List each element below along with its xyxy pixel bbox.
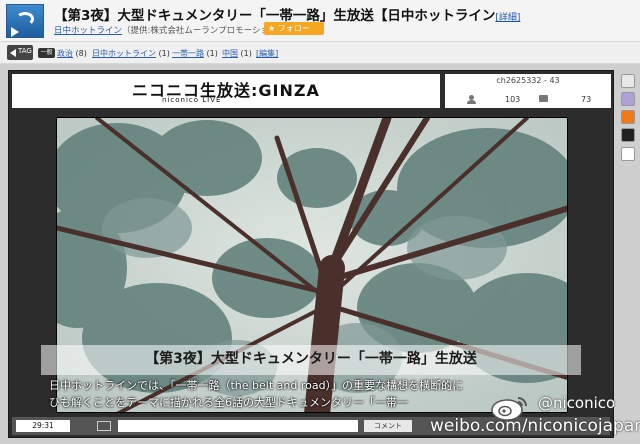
- logo-main-text: ニコニコ生放送:GINZA: [132, 81, 320, 100]
- channel-thumbnail[interactable]: [6, 4, 44, 38]
- tag-label[interactable]: 政治: [57, 49, 73, 58]
- play-arrow-icon: [11, 27, 19, 37]
- tag-count: (1): [158, 49, 170, 58]
- tag-edit-link[interactable]: [編集]: [256, 48, 278, 59]
- tag-bar: TAG 一般 政治 (8) 日中ホットライン (1) 一帯一路 (1) 中国 (…: [0, 42, 640, 64]
- category-badge: 一般: [38, 48, 55, 58]
- caption-title: 【第3夜】大型ドキュメンタリー「一帯一路」生放送: [145, 351, 477, 367]
- arrow-left-icon: [10, 49, 16, 57]
- rail-button-share[interactable]: [621, 74, 635, 88]
- broadcast-logo-panel: ニコニコ生放送:GINZA niconico LIVE: [12, 74, 440, 108]
- tag-label[interactable]: 一帯一路: [172, 49, 204, 58]
- logo-sub-text: niconico LIVE: [162, 96, 222, 104]
- rail-button-blank[interactable]: [621, 147, 635, 161]
- channel-logo-icon: [16, 12, 34, 26]
- viewer-count: 103: [505, 95, 521, 104]
- watermark-url: weibo.com/niconicojapan: [430, 416, 640, 436]
- elapsed-time: 29:31: [16, 420, 70, 432]
- stream-header: 【第3夜】大型ドキュメンタリー「一帯一路」生放送【日中ホットライン[詳細] 日中…: [0, 0, 640, 42]
- live-player: ニコニコ生放送:GINZA niconico LIVE ch2625332 - …: [8, 70, 614, 438]
- channel-name-link[interactable]: 日中ホットライン: [54, 24, 122, 36]
- caption-line: 日中ホットラインでは、「一帯一路（the belt and road）」の重要な…: [49, 379, 464, 392]
- follow-button[interactable]: ★ フォロー: [264, 22, 324, 35]
- rail-button-rss[interactable]: [621, 110, 635, 124]
- viewer-icon: [467, 95, 476, 104]
- stream-title: 【第3夜】大型ドキュメンタリー「一帯一路」生放送【日中ホットライン[詳細]: [54, 4, 520, 24]
- tag-icon-label: TAG: [18, 47, 32, 55]
- room-id: ch2625332 - 43: [496, 76, 560, 85]
- tag-count: (1): [240, 49, 252, 58]
- tag-count: (1): [206, 49, 218, 58]
- stream-stats-panel: ch2625332 - 43 103 73: [445, 74, 611, 108]
- watermark-handle: @niconico: [538, 394, 616, 412]
- comment-count: 73: [581, 95, 592, 104]
- tag-item[interactable]: 一帯一路 (1): [172, 48, 218, 59]
- caption-banner: 【第3夜】大型ドキュメンタリー「一帯一路」生放送: [41, 345, 581, 375]
- caption-line: ひも解くことをテーマに描かれる全6話の大型ドキュメンタリー「一帯一: [49, 396, 408, 409]
- tag-label[interactable]: 中国: [222, 49, 238, 58]
- tag-item[interactable]: 日中ホットライン (1): [92, 48, 170, 59]
- tag-toggle-button[interactable]: TAG: [7, 45, 33, 60]
- tag-item[interactable]: 中国 (1): [222, 48, 252, 59]
- comment-submit-button[interactable]: コメント: [364, 420, 412, 432]
- comment-input[interactable]: [118, 420, 358, 432]
- tag-edit-label[interactable]: [編集]: [256, 49, 278, 58]
- tag-item[interactable]: 政治 (8): [57, 48, 87, 59]
- tag-count: (8): [75, 49, 87, 58]
- provider-text: （提供:株式会社ムーランプロモーション）: [122, 26, 286, 36]
- tag-label[interactable]: 日中ホットライン: [92, 49, 156, 58]
- rail-button-avatar[interactable]: [621, 92, 635, 106]
- detail-link[interactable]: [詳細]: [495, 13, 520, 23]
- command-icon[interactable]: [97, 421, 111, 431]
- rail-button-dark[interactable]: [621, 128, 635, 142]
- comment-icon: [539, 95, 548, 102]
